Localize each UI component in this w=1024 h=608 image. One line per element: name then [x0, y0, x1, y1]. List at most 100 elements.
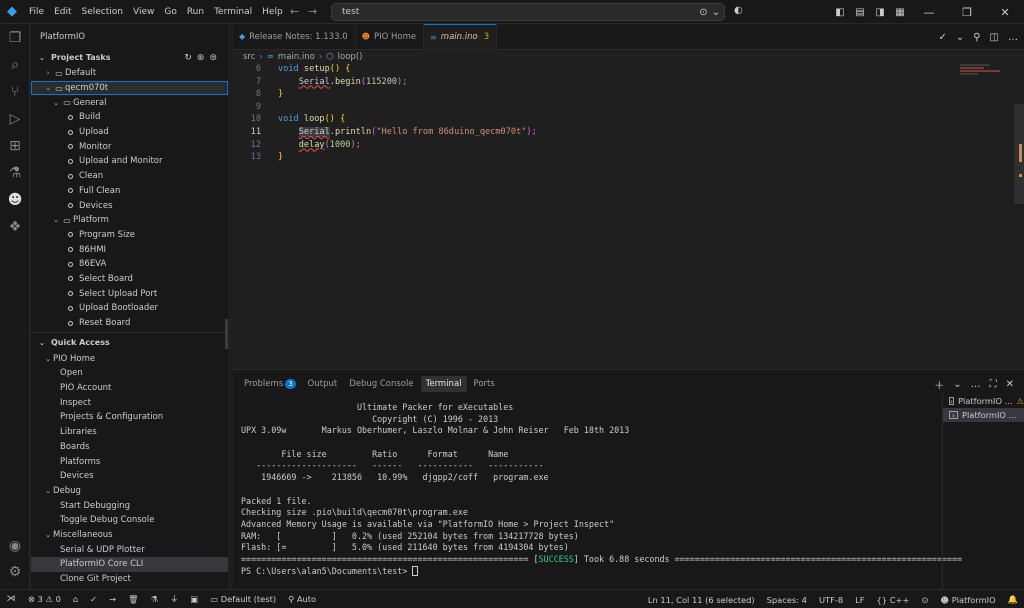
- qa-clone-git-project[interactable]: Clone Git Project: [31, 572, 228, 587]
- panel-tab-output[interactable]: Output: [303, 376, 343, 392]
- breadcrumb-symbol[interactable]: loop(): [338, 52, 363, 62]
- qa-projects-configuration[interactable]: Projects & Configuration: [31, 410, 228, 425]
- extensions-icon[interactable]: ⊞: [0, 132, 30, 159]
- task-build[interactable]: Build: [31, 110, 228, 125]
- terminal-prompt-line[interactable]: PS C:\Users\alan5\Documents\test>: [241, 566, 941, 578]
- forward-arrow-icon[interactable]: →: [304, 5, 321, 18]
- qa-platforms[interactable]: Platforms: [31, 454, 228, 469]
- task-monitor[interactable]: Monitor: [31, 139, 228, 154]
- testing-icon[interactable]: ⚗: [0, 159, 30, 186]
- qa-pio-account[interactable]: PIO Account: [31, 381, 228, 396]
- platformio-status[interactable]: ☻ PlatformIO: [934, 595, 1001, 605]
- sidebar-scrollbar[interactable]: [225, 319, 228, 349]
- pio-clean-trash-icon[interactable]: 🗑: [122, 594, 145, 605]
- search-icon[interactable]: ⌕: [0, 51, 30, 78]
- panel-tab-debug-console[interactable]: Debug Console: [344, 376, 418, 392]
- tab-release-notes[interactable]: ◆ Release Notes: 1.133.0: [233, 24, 356, 49]
- tab-main-ino[interactable]: ∞ main.ino 3: [424, 24, 498, 49]
- back-arrow-icon[interactable]: ←: [286, 5, 303, 18]
- platformio-alien-icon[interactable]: ☻: [0, 186, 30, 213]
- task-upload[interactable]: Upload: [31, 125, 228, 140]
- problems-status[interactable]: ⊗ 3 ⚠ 0: [22, 594, 67, 604]
- indentation[interactable]: Spaces: 4: [761, 595, 813, 605]
- terminal-instance-1[interactable]: › PlatformIO ... ⚠: [943, 394, 1024, 408]
- task-86hmi[interactable]: 86HMI: [31, 242, 228, 257]
- menu-run[interactable]: Run: [182, 0, 209, 24]
- copilot-status-icon[interactable]: ⊙: [915, 595, 934, 605]
- menu-terminal[interactable]: Terminal: [209, 0, 257, 24]
- task-select-board[interactable]: Select Board: [31, 272, 228, 287]
- menu-file[interactable]: File: [24, 0, 49, 24]
- check-icon[interactable]: ✓: [938, 32, 946, 43]
- source-control-icon[interactable]: ⑂: [0, 78, 30, 105]
- task-reset-board[interactable]: Reset Board: [31, 316, 228, 331]
- qa-serial-udp-plotter[interactable]: Serial & UDP Plotter: [31, 542, 228, 557]
- task-program-size[interactable]: Program Size: [31, 228, 228, 243]
- pio-build-check-icon[interactable]: ✓: [84, 594, 103, 604]
- more-actions-icon[interactable]: …: [971, 379, 981, 390]
- task-select-upload-port[interactable]: Select Upload Port: [31, 286, 228, 301]
- qa-libraries[interactable]: Libraries: [31, 425, 228, 440]
- quick-access-header[interactable]: ⌄ Quick Access: [31, 335, 228, 351]
- project-tasks-header[interactable]: ⌄ Project Tasks ↻⊛⊜: [31, 50, 228, 66]
- project-tasks-actions[interactable]: ↻⊛⊜: [184, 50, 222, 66]
- pio-home-status-icon[interactable]: ⌂: [67, 594, 84, 604]
- task-upload-and-monitor[interactable]: Upload and Monitor: [31, 154, 228, 169]
- python-icon[interactable]: ❖: [0, 213, 30, 240]
- toggle-panel-icon[interactable]: ▤: [850, 7, 870, 18]
- split-editor-icon[interactable]: ◫: [990, 32, 999, 43]
- task-upload-bootloader[interactable]: Upload Bootloader: [31, 301, 228, 316]
- manage-gear-icon[interactable]: ⚙: [0, 558, 30, 585]
- menu-edit[interactable]: Edit: [49, 0, 76, 24]
- minimap[interactable]: [960, 64, 1010, 94]
- pin-icon[interactable]: ⚲: [973, 32, 980, 43]
- toggle-primary-sidebar-icon[interactable]: ◧: [830, 7, 850, 18]
- qa-open[interactable]: Open: [31, 366, 228, 381]
- restore-icon[interactable]: ❐: [948, 6, 986, 19]
- tree-group-general[interactable]: ⌄ ▭ General: [31, 95, 228, 110]
- cursor-position[interactable]: Ln 11, Col 11 (6 selected): [642, 595, 761, 605]
- task-clean[interactable]: Clean: [31, 169, 228, 184]
- accounts-circle-icon[interactable]: ◐: [734, 5, 743, 16]
- run-debug-icon[interactable]: ▷: [0, 105, 30, 132]
- end-of-line[interactable]: LF: [849, 595, 870, 605]
- menu-go[interactable]: Go: [159, 0, 181, 24]
- menu-selection[interactable]: Selection: [77, 0, 128, 24]
- menu-help[interactable]: Help: [257, 0, 288, 24]
- tree-miscellaneous[interactable]: ⌄ Miscellaneous: [31, 528, 228, 543]
- qa-platformio-core-cli[interactable]: PlatformIO Core CLI: [31, 557, 228, 572]
- qa-toggle-debug-console[interactable]: Toggle Debug Console: [31, 513, 228, 528]
- task-86eva[interactable]: 86EVA: [31, 257, 228, 272]
- panel-tab-ports[interactable]: Ports: [469, 376, 500, 392]
- minimize-icon[interactable]: —: [910, 6, 948, 19]
- account-icon[interactable]: ◉: [0, 532, 30, 559]
- pio-terminal-icon[interactable]: ▣: [184, 594, 204, 604]
- close-panel-icon[interactable]: ✕: [1006, 379, 1014, 390]
- encoding[interactable]: UTF-8: [813, 595, 849, 605]
- qa-start-debugging[interactable]: Start Debugging: [31, 498, 228, 513]
- qa-devices[interactable]: Devices: [31, 469, 228, 484]
- panel-tab-terminal[interactable]: Terminal: [420, 376, 467, 392]
- pio-upload-arrow-icon[interactable]: →: [103, 594, 122, 604]
- code-editor[interactable]: 6 void setup() { 7 Serial.begin(115200);…: [233, 63, 993, 164]
- task-devices[interactable]: Devices: [31, 198, 228, 213]
- tree-debug[interactable]: ⌄ Debug: [31, 484, 228, 499]
- chevron-down-icon[interactable]: ⌄: [712, 7, 724, 18]
- breadcrumb-file[interactable]: main.ino: [278, 52, 315, 62]
- terminal-instance-2[interactable]: › PlatformIO ...: [943, 408, 1024, 422]
- notifications-bell-icon[interactable]: 🔔: [1002, 594, 1024, 605]
- tab-pio-home[interactable]: ☻ PIO Home: [355, 24, 425, 49]
- remote-indicator-icon[interactable]: ⋊: [0, 590, 22, 608]
- menu-view[interactable]: View: [128, 0, 159, 24]
- env-switcher[interactable]: ▭ Default (test): [204, 594, 282, 604]
- tree-group-platform[interactable]: ⌄ ▭ Platform: [31, 213, 228, 228]
- chevron-down-icon[interactable]: ⌄: [953, 379, 961, 390]
- qa-inspect[interactable]: Inspect: [31, 395, 228, 410]
- port-auto[interactable]: ⚲ Auto: [282, 594, 322, 604]
- close-window-icon[interactable]: ✕: [986, 6, 1024, 19]
- new-terminal-plus-icon[interactable]: ＋: [934, 377, 944, 392]
- customize-layout-icon[interactable]: ▦: [890, 7, 910, 18]
- explorer-icon[interactable]: ❐: [0, 24, 30, 51]
- command-center-search[interactable]: test ⊙ ⌄: [331, 3, 725, 21]
- qa-boards[interactable]: Boards: [31, 440, 228, 455]
